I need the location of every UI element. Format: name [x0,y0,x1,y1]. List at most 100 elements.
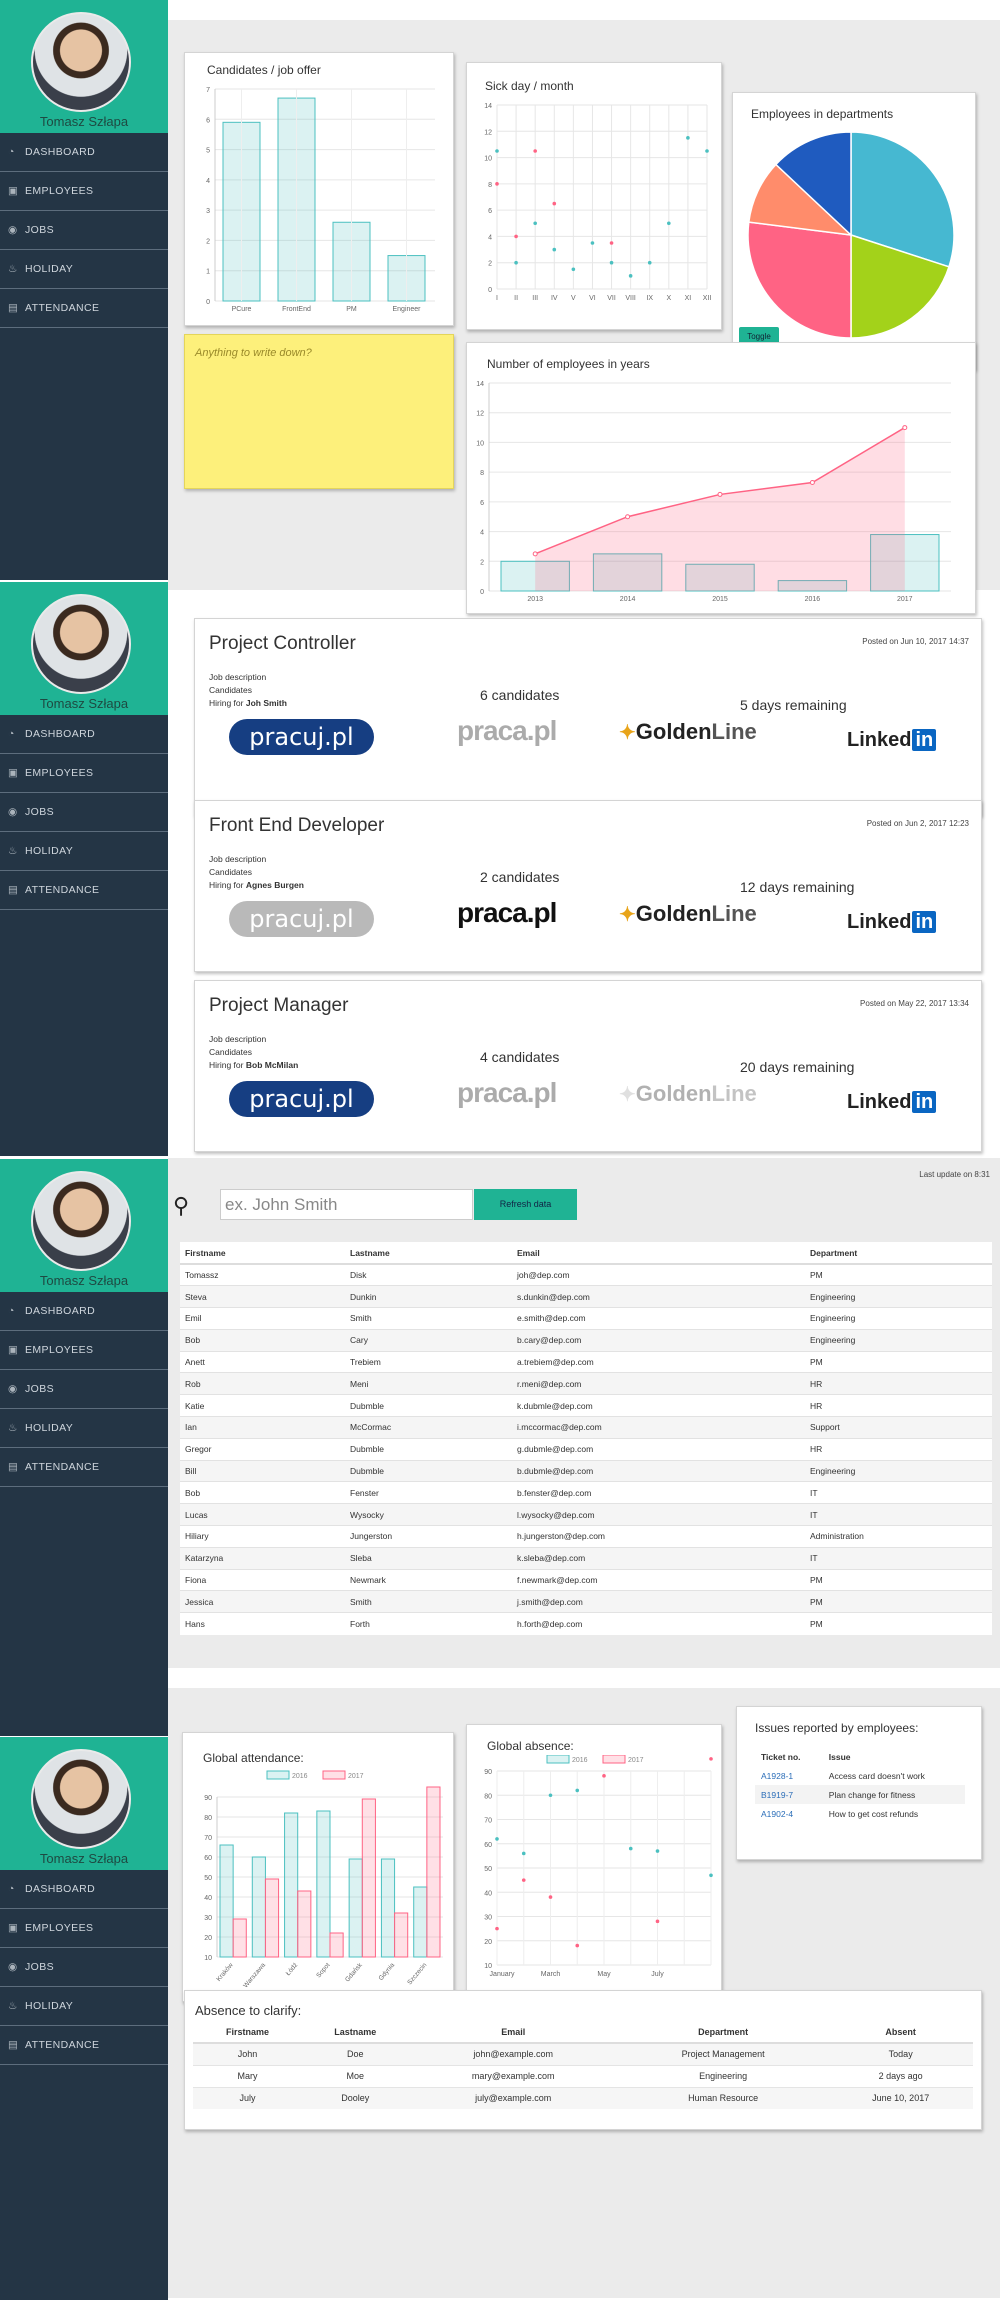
table-row[interactable]: Bill Dubmble b.dubmle@dep.com Engineering [180,1459,992,1482]
issue-row[interactable]: B1919-7 Plan change for fitness [755,1785,965,1804]
data-point[interactable] [809,480,815,486]
data-point[interactable] [647,260,652,265]
data-point[interactable] [575,1788,580,1793]
data-point[interactable] [602,1774,606,1778]
data-point[interactable] [514,234,518,239]
goldenline-logo[interactable]: ✦GoldenLine [619,901,757,927]
nav-item-employees[interactable]: ▣ EMPLOYEES [0,754,168,793]
data-point[interactable] [514,260,518,265]
data-point[interactable] [628,274,633,278]
data-point[interactable] [495,182,499,186]
nav-item-jobs[interactable]: ◉ JOBS [0,793,168,832]
nav-item-employees[interactable]: ▣ EMPLOYEES [0,172,168,211]
job-candidates-link[interactable]: Candidates [209,684,287,697]
ticket-link[interactable]: A1902-4 [755,1804,823,1823]
data-point[interactable] [533,149,537,153]
data-point[interactable] [495,1926,499,1931]
column-header[interactable]: Lastname [345,1242,512,1265]
nav-item-attendance[interactable]: ▤ ATTENDANCE [0,2026,168,2065]
nav-item-jobs[interactable]: ◉ JOBS [0,1948,168,1987]
data-point[interactable] [655,1849,660,1853]
job-candidates-link[interactable]: Candidates [209,1046,298,1059]
table-row[interactable]: Gregor Dubmble g.dubmle@dep.com HR [180,1437,992,1461]
bar[interactable] [284,1812,299,1958]
bar[interactable] [329,1932,344,1958]
data-point[interactable] [495,1837,499,1841]
pracuj-logo[interactable]: pracuj.pl [229,1081,374,1117]
refresh-data-button[interactable]: Refresh data [474,1189,577,1220]
data-point[interactable] [902,425,908,431]
bar[interactable] [380,1858,396,1958]
data-point[interactable] [548,1895,553,1899]
praca-logo[interactable]: praca.pl [457,1077,557,1109]
bar[interactable] [316,1810,331,1958]
job-description-link[interactable]: Job description [209,1033,298,1046]
bar[interactable] [264,1878,280,1958]
table-row[interactable]: Bob Fenster b.fenster@dep.com IT [180,1481,992,1504]
nav-item-employees[interactable]: ▣ EMPLOYEES [0,1909,168,1948]
data-point[interactable] [717,491,723,497]
data-point[interactable] [548,1793,553,1798]
nav-item-attendance[interactable]: ▤ ATTENDANCE [0,1448,168,1487]
nav-item-holiday[interactable]: ♨ HOLIDAY [0,1987,168,2026]
job-candidates-link[interactable]: Candidates [209,866,304,879]
bar[interactable] [219,1844,234,1958]
linkedin-logo[interactable]: Linked in [847,729,937,752]
data-point[interactable] [533,221,537,226]
nav-item-attendance[interactable]: ▤ ATTENDANCE [0,871,168,910]
bar[interactable] [348,1858,363,1958]
bar[interactable] [426,1786,441,1958]
nav-item-jobs[interactable]: ◉ JOBS [0,211,168,250]
column-header[interactable]: Firstname [180,1242,345,1265]
table-row[interactable]: Jessica Smith j.smith@dep.com PM [180,1590,992,1613]
data-point[interactable] [590,241,595,245]
job-offer-card[interactable]: Front End Developer Job description Candid… [194,800,982,972]
bar[interactable] [232,1918,247,1958]
nav-item-employees[interactable]: ▣ EMPLOYEES [0,1331,168,1370]
table-row[interactable]: Katarzyna Sleba k.sleba@dep.com IT [180,1546,992,1570]
job-description-link[interactable]: Job description [209,853,304,866]
issue-row[interactable]: A1928-1 Access card doesn't work [755,1766,965,1785]
linkedin-logo[interactable]: Linked in [847,911,937,934]
column-header[interactable]: Department [805,1242,992,1265]
table-row[interactable]: Hiliary Jungerston h.jungerston@dep.com Adm… [180,1525,992,1548]
nav-item-dashboard[interactable]: ◔ DASHBOARD [0,715,168,754]
nav-item-holiday[interactable]: ♨ HOLIDAY [0,832,168,871]
data-point[interactable] [667,221,671,226]
nav-item-holiday[interactable]: ♨ HOLIDAY [0,1409,168,1448]
pracuj-logo[interactable]: pracuj.pl [229,719,374,755]
data-point[interactable] [495,149,499,153]
table-row[interactable]: July Dooley july@example.com Human Resource… [193,2086,973,2109]
table-row[interactable]: Emil Smith e.smith@dep.com Engineering [180,1307,992,1330]
data-point[interactable] [571,267,576,272]
data-point[interactable] [552,247,557,252]
bar[interactable] [413,1886,428,1958]
table-row[interactable]: Rob Meni r.meni@dep.com HR [180,1372,992,1395]
data-point[interactable] [705,149,709,153]
linkedin-logo[interactable]: Linked in [847,1091,937,1114]
data-point[interactable] [521,1851,526,1856]
table-row[interactable]: John Doe john@example.com Project Managemen… [193,2042,973,2065]
table-row[interactable]: Fiona Newmark f.newmark@dep.com PM [180,1568,992,1591]
data-point[interactable] [625,514,631,520]
nav-item-attendance[interactable]: ▤ ATTENDANCE [0,289,168,328]
nav-item-jobs[interactable]: ◉ JOBS [0,1370,168,1409]
bar[interactable] [251,1856,266,1958]
data-point[interactable] [575,1943,580,1948]
data-point[interactable] [655,1919,660,1924]
nav-item-dashboard[interactable]: ◔ DASHBOARD [0,133,168,172]
nav-item-dashboard[interactable]: ◔ DASHBOARD [0,1292,168,1331]
table-row[interactable]: Katie Dubmble k.dubmle@dep.com HR [180,1394,992,1417]
ticket-link[interactable]: A1928-1 [755,1766,823,1785]
nav-item-dashboard[interactable]: ◔ DASHBOARD [0,1870,168,1909]
goldenline-logo[interactable]: ✦GoldenLine [619,1081,757,1107]
pracuj-logo[interactable]: pracuj.pl [229,901,374,937]
goldenline-logo[interactable]: ✦GoldenLine [619,719,757,745]
table-row[interactable]: Mary Moe mary@example.com Engineering 2 days… [193,2064,973,2087]
pie-slice[interactable] [747,221,852,339]
table-row[interactable]: Tomassz Disk joh@dep.com PM [180,1263,992,1286]
data-point[interactable] [709,1757,713,1761]
job-description-link[interactable]: Job description [209,671,287,684]
bar[interactable] [361,1798,376,1958]
column-header[interactable]: Email [512,1242,805,1265]
